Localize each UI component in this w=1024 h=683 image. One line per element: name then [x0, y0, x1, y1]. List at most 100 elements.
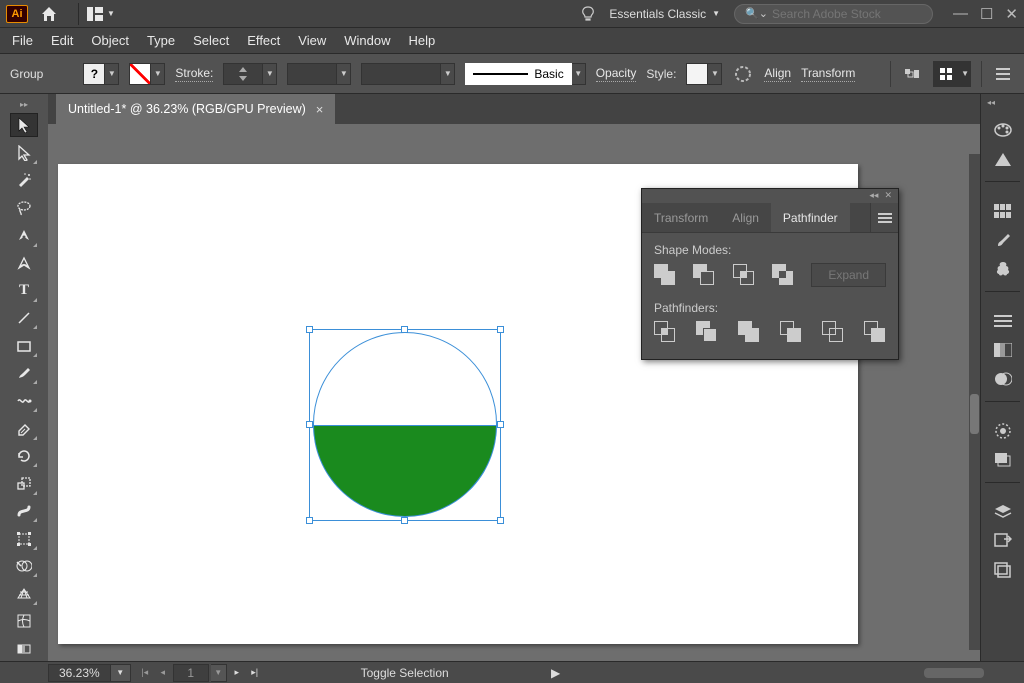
window-close-icon[interactable]: ✕	[1005, 5, 1018, 23]
artboard-dropdown[interactable]: ▼	[211, 664, 227, 682]
direct-selection-tool[interactable]	[10, 140, 38, 165]
menu-window[interactable]: Window	[344, 33, 390, 48]
style-dropdown[interactable]: ▼	[708, 63, 722, 85]
line-segment-tool[interactable]	[10, 306, 38, 331]
appearance-panel-icon[interactable]	[988, 418, 1018, 444]
graphic-styles-panel-icon[interactable]	[988, 447, 1018, 473]
color-panel-icon[interactable]	[988, 117, 1018, 143]
isolate-group-icon[interactable]	[901, 63, 923, 85]
rectangle-tool[interactable]	[10, 333, 38, 358]
tools-collapse-icon[interactable]: ▸▸	[0, 100, 48, 110]
trim-icon[interactable]	[696, 321, 718, 343]
rotate-tool[interactable]	[10, 444, 38, 469]
pen-tool[interactable]	[10, 223, 38, 248]
next-artboard-icon[interactable]: ▸	[229, 665, 245, 681]
var-width-profile[interactable]	[287, 63, 337, 85]
search-input[interactable]	[772, 7, 922, 21]
selection-handle[interactable]	[306, 517, 313, 524]
outline-icon[interactable]	[822, 321, 844, 343]
window-minimize-icon[interactable]: —	[953, 5, 968, 23]
stroke-swatch[interactable]	[129, 63, 151, 85]
menu-select[interactable]: Select	[193, 33, 229, 48]
selection-handle[interactable]	[306, 326, 313, 333]
brush-dropdown[interactable]: ▼	[441, 63, 455, 85]
home-icon[interactable]	[38, 3, 60, 25]
fill-dropdown[interactable]: ▼	[105, 63, 119, 85]
zoom-level-field[interactable]: 36.23%	[48, 664, 111, 682]
stroke-panel-link[interactable]: Stroke:	[175, 66, 213, 82]
tab-align[interactable]: Align	[720, 203, 771, 232]
edit-contents-icon[interactable]	[935, 63, 957, 85]
gradient-panel-icon[interactable]	[988, 337, 1018, 363]
menu-effect[interactable]: Effect	[247, 33, 280, 48]
minus-back-icon[interactable]	[864, 321, 886, 343]
selection-handle[interactable]	[401, 517, 408, 524]
zoom-dropdown[interactable]: ▼	[111, 664, 131, 682]
discover-icon[interactable]	[581, 6, 595, 22]
horizontal-scroll-thumb[interactable]	[924, 668, 984, 678]
opacity-link[interactable]: Opacity	[596, 66, 637, 82]
stroke-color-dropdown[interactable]: ▼	[151, 63, 165, 85]
merge-icon[interactable]	[738, 321, 760, 343]
stroke-weight-field[interactable]	[223, 63, 263, 85]
crop-icon[interactable]	[780, 321, 802, 343]
paintbrush-tool[interactable]	[10, 361, 38, 386]
unite-icon[interactable]	[654, 264, 673, 286]
selection-handle[interactable]	[497, 421, 504, 428]
layers-panel-icon[interactable]	[988, 499, 1018, 525]
brushes-panel-icon[interactable]	[988, 227, 1018, 253]
first-artboard-icon[interactable]: |◂	[137, 665, 153, 681]
stroke-weight-dropdown[interactable]: ▼	[263, 63, 277, 85]
menu-type[interactable]: Type	[147, 33, 175, 48]
type-tool[interactable]: T	[10, 278, 38, 303]
selection-handle[interactable]	[497, 326, 504, 333]
free-transform-tool[interactable]	[10, 526, 38, 551]
stroke-panel-icon[interactable]	[988, 308, 1018, 334]
divide-icon[interactable]	[654, 321, 676, 343]
status-play-icon[interactable]: ▶	[541, 666, 571, 680]
symbols-panel-icon[interactable]	[988, 256, 1018, 282]
selection-handle[interactable]	[497, 517, 504, 524]
control-bar-menu-icon[interactable]	[992, 63, 1014, 85]
selection-bounding-box[interactable]	[309, 329, 501, 521]
graphic-style-dropdown[interactable]: ▼	[572, 63, 586, 85]
search-stock-field[interactable]: 🔍⌄	[734, 4, 933, 24]
chevron-down-icon[interactable]: ▼	[961, 69, 969, 78]
panel-close-icon[interactable]: ✕	[884, 190, 892, 202]
document-tab[interactable]: Untitled-1* @ 36.23% (RGB/GPU Preview) ×	[56, 94, 335, 124]
selection-handle[interactable]	[306, 421, 313, 428]
var-width-dropdown[interactable]: ▼	[337, 63, 351, 85]
scale-tool[interactable]	[10, 471, 38, 496]
align-link[interactable]: Align	[764, 66, 791, 82]
mesh-tool[interactable]	[10, 609, 38, 634]
tab-pathfinder[interactable]: Pathfinder	[771, 203, 850, 232]
swatches-panel-icon[interactable]	[988, 198, 1018, 224]
menu-view[interactable]: View	[298, 33, 326, 48]
width-tool[interactable]	[10, 499, 38, 524]
prev-artboard-icon[interactable]: ◂	[155, 665, 171, 681]
recolor-artwork-icon[interactable]	[732, 63, 754, 85]
dock-collapse-icon[interactable]: ◂◂	[985, 98, 997, 110]
transform-link[interactable]: Transform	[801, 66, 855, 82]
eraser-tool[interactable]	[10, 416, 38, 441]
shape-builder-tool[interactable]	[10, 554, 38, 579]
last-artboard-icon[interactable]: ▸|	[247, 665, 263, 681]
menu-object[interactable]: Object	[91, 33, 129, 48]
menu-edit[interactable]: Edit	[51, 33, 73, 48]
perspective-grid-tool[interactable]	[10, 581, 38, 606]
close-tab-icon[interactable]: ×	[316, 102, 324, 117]
panel-collapse-icon[interactable]: ◂◂	[869, 190, 878, 202]
artboard-number-field[interactable]: 1	[173, 664, 209, 682]
selection-handle[interactable]	[401, 326, 408, 333]
shaper-tool[interactable]	[10, 388, 38, 413]
pathfinder-panel[interactable]: ◂◂ ✕ Transform Align Pathfinder Shape Mo…	[641, 188, 899, 360]
transparency-panel-icon[interactable]	[988, 366, 1018, 392]
intersect-icon[interactable]	[733, 264, 752, 286]
gradient-tool[interactable]	[10, 637, 38, 662]
color-guide-panel-icon[interactable]	[988, 146, 1018, 172]
tab-transform[interactable]: Transform	[642, 203, 720, 232]
magic-wand-tool[interactable]	[10, 168, 38, 193]
menu-file[interactable]: File	[12, 33, 33, 48]
window-maximize-icon[interactable]: ☐	[980, 5, 993, 23]
workspace-switcher[interactable]: Essentials Classic ▼	[609, 7, 720, 21]
